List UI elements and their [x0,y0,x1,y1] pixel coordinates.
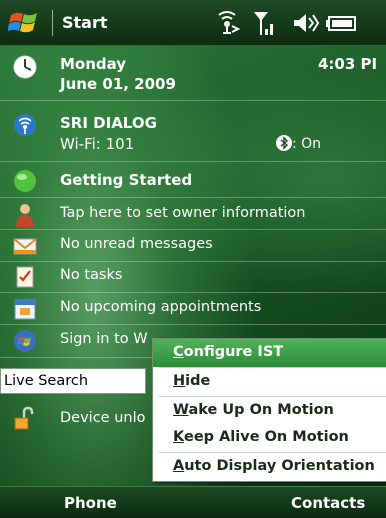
messages-item[interactable]: No unread messages [0,230,386,262]
battery-icon[interactable] [326,9,358,37]
soft-key-bar: Phone Contacts [0,486,386,518]
owner-icon [16,204,34,227]
signal-strength-icon[interactable] [252,9,274,37]
wifi-status: Wi-Fi: 101 [60,135,135,153]
windows-live-icon [14,330,36,352]
volume-icon[interactable] [290,9,320,37]
tasks-icon [16,266,34,288]
owner-info-item[interactable]: Tap here to set owner information [0,199,386,231]
clock-icon [13,55,37,79]
today-screen: Start Monday June 01, 2009 4:03 PI SRI D… [0,0,386,518]
appointments-label: No upcoming appointments [60,299,262,315]
tasks-item[interactable]: No tasks [0,261,386,293]
title-bar: Start [0,0,386,46]
wireless-icon [14,114,36,136]
windows-start-icon[interactable] [8,8,40,38]
divider [0,161,386,162]
calendar-icon [14,299,36,320]
getting-started-icon [14,170,36,192]
getting-started-label: Getting Started [60,171,193,189]
menu-item-hide[interactable]: Hide [153,368,386,396]
wireless-status-item[interactable]: SRI DIALOG Wi-Fi: 101 : On [0,102,386,160]
time-label: 4:03 PI [318,55,378,73]
live-search-input[interactable] [0,368,146,394]
bluetooth-status: : On [276,135,321,152]
sign-in-label: Sign in to W [60,331,148,347]
connectivity-icon[interactable] [214,9,240,37]
bluetooth-icon [276,135,292,151]
appointments-item[interactable]: No upcoming appointments [0,293,386,325]
title-divider [52,10,53,36]
unlock-icon [14,406,34,430]
day-label: Monday [60,55,127,73]
envelope-icon [13,238,37,255]
contacts-softkey[interactable]: Contacts [291,494,365,512]
phone-softkey[interactable]: Phone [64,494,117,512]
bluetooth-status-text: : On [292,136,322,152]
divider [0,197,386,198]
network-title: SRI DIALOG [60,114,157,132]
menu-item-auto-display-orientation[interactable]: Auto Display Orientation [153,453,386,481]
device-lock-label: Device unlo [60,410,146,426]
menu-item-configure-ist[interactable]: Configure IST [153,339,386,367]
getting-started-item[interactable]: Getting Started [0,165,386,197]
menu-item-keep-alive-on-motion[interactable]: Keep Alive On Motion [153,424,386,452]
divider [0,100,386,101]
menu-item-wake-up-on-motion[interactable]: Wake Up On Motion [153,397,386,425]
context-menu: Configure IST Hide Wake Up On Motion Kee… [152,338,386,482]
date-time-item[interactable]: Monday June 01, 2009 4:03 PI [0,48,386,100]
start-label[interactable]: Start [62,13,108,32]
tasks-label: No tasks [60,267,123,283]
date-label: June 01, 2009 [60,75,176,93]
messages-label: No unread messages [60,236,213,252]
owner-info-label: Tap here to set owner information [60,205,306,221]
live-search-row [0,368,150,396]
